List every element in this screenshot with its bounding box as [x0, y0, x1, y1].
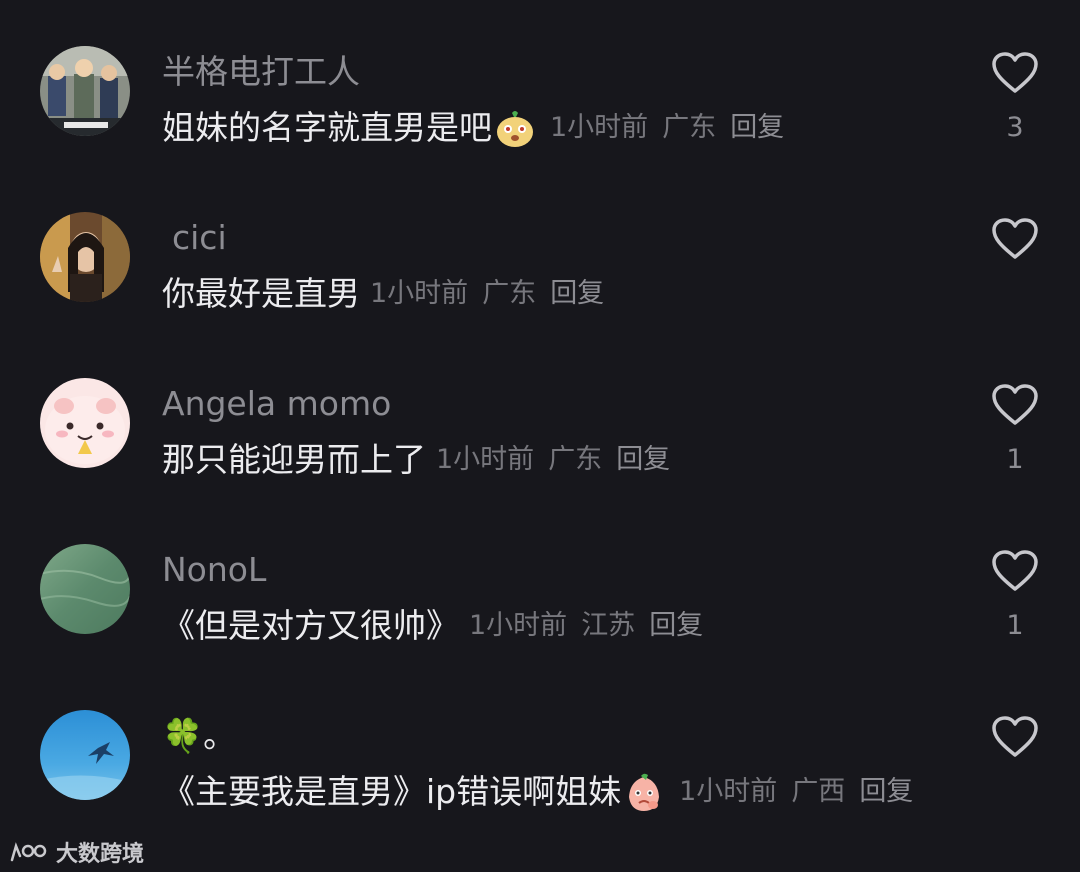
heart-icon[interactable] — [990, 548, 1040, 594]
username[interactable]: 半格电打工人 — [162, 52, 360, 92]
username[interactable]: Angela momo — [162, 384, 391, 424]
reply-button[interactable]: 回复 — [616, 436, 670, 484]
comment-location: 广东 — [662, 112, 717, 143]
avatar[interactable] — [40, 378, 130, 468]
comment-time: 1小时前 — [679, 776, 778, 807]
comment-text: 《主要我是直男》ip错误啊姐妹 — [162, 772, 622, 811]
comment-location: 江苏 — [581, 610, 636, 641]
peach-thinking-emoji-icon — [623, 771, 665, 813]
comment-text: 那只能迎男而上了 — [162, 440, 426, 479]
heart-icon[interactable] — [990, 382, 1040, 428]
comment-body: 姐妹的名字就直男是吧 1小时前 广东 回复 — [162, 104, 784, 152]
comment-text: 你最好是直男 — [162, 274, 360, 313]
comment-time: 1小时前 — [436, 444, 535, 475]
comment-item: 半格电打工人 姐妹的名字就直男是吧 1小时前 广东 回复 3 — [0, 0, 1080, 166]
comment-location: 广西 — [791, 776, 846, 807]
comment-time: 1小时前 — [550, 112, 649, 143]
comment-location: 广东 — [548, 444, 603, 475]
heart-icon[interactable] — [990, 50, 1040, 96]
comment-body: 《但是对方又很帅》 1小时前 江苏 回复 — [162, 602, 703, 650]
watermark: 大数跨境 — [8, 834, 144, 870]
like-count: 3 — [1006, 112, 1024, 143]
comment-time: 1小时前 — [469, 610, 568, 641]
comment-location: 广东 — [482, 278, 537, 309]
watermark-text: 大数跨境 — [56, 842, 145, 867]
avatar[interactable] — [40, 544, 130, 634]
avatar[interactable] — [40, 212, 130, 302]
comment-time: 1小时前 — [370, 278, 469, 309]
username[interactable]: cici — [172, 218, 227, 258]
comment-item: 🍀。 《主要我是直男》ip错误啊姐妹 1小时前 广西 回复 — [0, 664, 1080, 830]
melon-face-emoji-icon — [494, 107, 536, 149]
like-count: 1 — [1006, 444, 1024, 475]
avatar[interactable] — [40, 46, 130, 136]
like-count: 1 — [1006, 610, 1024, 641]
comment-item: NonoL 《但是对方又很帅》 1小时前 江苏 回复 1 — [0, 498, 1080, 664]
comment-body: 你最好是直男 1小时前 广东 回复 — [162, 270, 604, 318]
reply-button[interactable]: 回复 — [859, 768, 913, 816]
avatar[interactable] — [40, 710, 130, 800]
username[interactable]: 🍀。 — [162, 716, 236, 756]
comment-body: 那只能迎男而上了 1小时前 广东 回复 — [162, 436, 670, 484]
comment-text: 姐妹的名字就直男是吧 — [162, 108, 492, 147]
comment-item: Angela momo 那只能迎男而上了 1小时前 广东 回复 1 — [0, 332, 1080, 498]
brand-logo-icon — [10, 842, 47, 862]
username[interactable]: NonoL — [162, 550, 266, 590]
comment-text: 《但是对方又很帅》 — [162, 606, 459, 645]
comment-item: cici 你最好是直男 1小时前 广东 回复 — [0, 166, 1080, 332]
comment-body: 《主要我是直男》ip错误啊姐妹 1小时前 广西 回复 — [162, 768, 913, 816]
reply-button[interactable]: 回复 — [550, 270, 604, 318]
reply-button[interactable]: 回复 — [649, 602, 703, 650]
heart-icon[interactable] — [990, 714, 1040, 760]
heart-icon[interactable] — [990, 216, 1040, 262]
reply-button[interactable]: 回复 — [730, 104, 784, 152]
